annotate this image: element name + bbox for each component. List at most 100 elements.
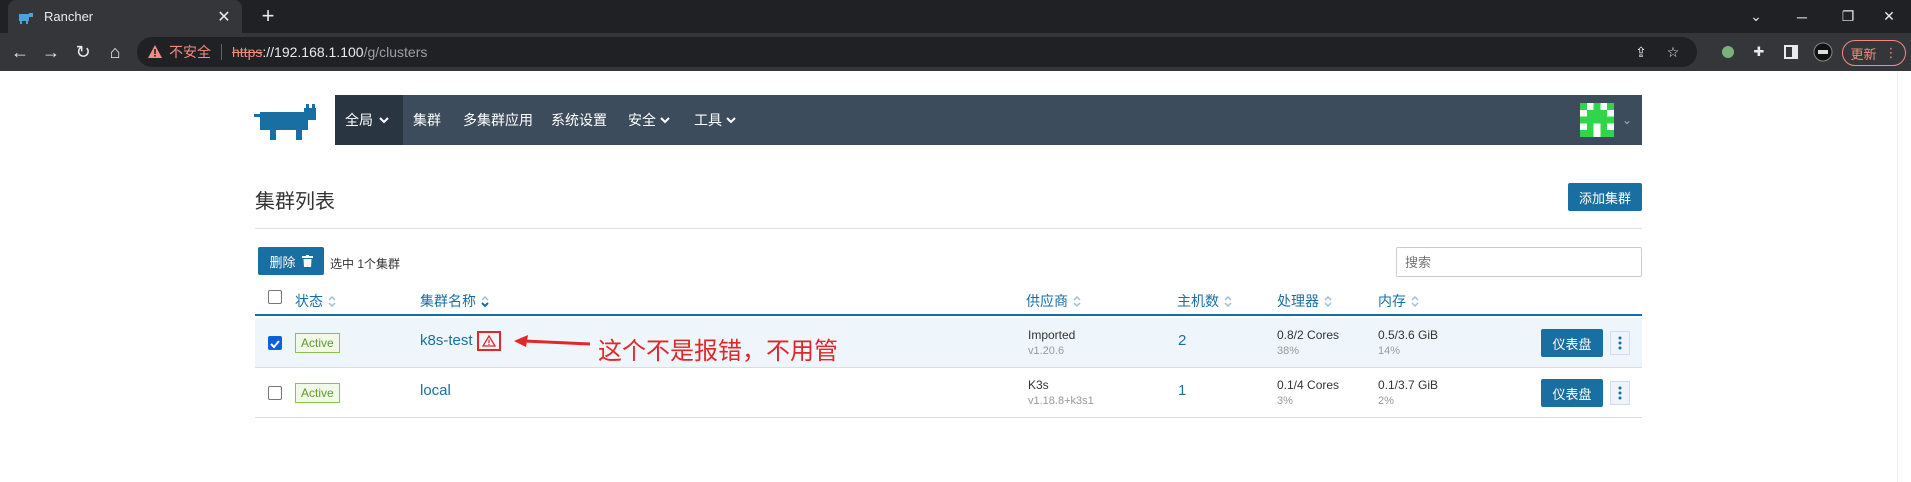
nav-security[interactable]: 安全 — [628, 95, 670, 145]
status-badge: Active — [295, 333, 340, 353]
annotation-text: 这个不是报错，不用管 — [598, 338, 838, 365]
share-icon[interactable]: ⇪ — [1632, 43, 1650, 61]
checkmark-icon — [270, 340, 280, 349]
provider: K3s — [1028, 378, 1049, 392]
minimize-icon[interactable]: ─ — [1779, 0, 1825, 33]
page-scrollbar[interactable] — [1897, 71, 1911, 482]
dashboard-button[interactable]: 仪表盘 — [1541, 329, 1603, 357]
insecure-warning-icon — [148, 45, 162, 58]
chevron-down-icon — [379, 117, 389, 124]
tab-search-chevron-icon[interactable]: ⌄ — [1733, 0, 1779, 33]
tab-title: Rancher — [44, 9, 94, 24]
user-avatar-icon — [1579, 103, 1614, 137]
nav-multi-cluster-apps[interactable]: 多集群应用 — [463, 95, 533, 145]
chevron-down-icon — [726, 117, 736, 124]
nav-global-settings[interactable]: 系统设置 — [551, 95, 607, 145]
column-cluster-name-label: 集群名称 — [420, 293, 476, 309]
search-input[interactable] — [1396, 247, 1642, 277]
delete-label: 删除 — [269, 254, 296, 270]
url-scheme: https — [232, 44, 263, 60]
reload-icon[interactable]: ↻ — [72, 41, 94, 63]
browser-tab[interactable]: Rancher ✕ — [8, 0, 242, 33]
cpu-percent: 3% — [1277, 395, 1293, 407]
url-divider — [221, 44, 222, 60]
select-all-checkbox[interactable] — [268, 290, 282, 304]
cpu-percent: 38% — [1277, 345, 1300, 357]
global-label: 全局 — [345, 112, 373, 128]
provider: Imported — [1028, 328, 1076, 342]
host-count-link[interactable]: 2 — [1178, 332, 1186, 349]
row-actions-icon[interactable] — [1610, 331, 1630, 355]
cluster-name-link[interactable]: k8s-test — [420, 332, 473, 349]
insecure-label: 不安全 — [169, 44, 211, 60]
column-status[interactable]: 状态 — [295, 291, 337, 311]
extensions-puzzle-icon[interactable]: ✚ — [1749, 42, 1769, 62]
nav-clusters[interactable]: 集群 — [413, 95, 441, 145]
restore-icon[interactable]: ❐ — [1825, 0, 1871, 33]
user-menu-chevron-icon: ⌄ — [1621, 113, 1632, 127]
side-panel-icon[interactable] — [1781, 42, 1801, 62]
address-bar[interactable]: 不安全 https ://192.168.1.100 /g/clusters ⇪… — [137, 37, 1697, 67]
provider-version: v1.18.8+k3s1 — [1028, 395, 1094, 407]
provider-version: v1.20.6 — [1028, 345, 1065, 357]
user-menu[interactable]: ⌄ — [1579, 103, 1632, 137]
new-tab-button[interactable]: + — [256, 5, 280, 29]
url-path: /g/clusters — [363, 44, 428, 60]
sort-icon — [1073, 295, 1081, 308]
column-cluster-name[interactable]: 集群名称 — [420, 291, 490, 311]
rancher-favicon-icon — [19, 12, 33, 24]
rancher-logo-icon[interactable] — [254, 100, 322, 144]
title-divider — [255, 228, 1642, 229]
bookmark-star-icon[interactable]: ☆ — [1664, 43, 1682, 61]
chevron-down-icon — [660, 117, 670, 124]
nav-global-settings-label: 系统设置 — [551, 112, 607, 128]
rancher-page: 全局 集群 多集群应用 系统设置 安全 工具 ⌄ 集群列表 添加集群 删除 选中… — [0, 71, 1911, 482]
host-count-link[interactable]: 1 — [1178, 382, 1186, 399]
cluster-warning-icon[interactable] — [477, 331, 501, 351]
selection-count: 选中 1个集群 — [330, 257, 401, 271]
column-hosts-label: 主机数 — [1177, 293, 1219, 309]
row-checkbox[interactable] — [268, 336, 282, 350]
memory-usage: 0.5/3.6 GiB — [1378, 328, 1439, 342]
column-cpu[interactable]: 处理器 — [1277, 291, 1333, 311]
column-memory-label: 内存 — [1378, 293, 1406, 309]
browser-toolbar: ← → ↻ ⌂ 不安全 https ://192.168.1.100 /g/cl… — [0, 33, 1911, 71]
annotation-arrow-icon — [514, 335, 591, 347]
cluster-name-link[interactable]: local — [420, 382, 451, 399]
nav-tools[interactable]: 工具 — [694, 95, 736, 145]
update-browser-button[interactable]: 更新 ⋮ — [1842, 40, 1906, 66]
column-memory[interactable]: 内存 — [1378, 291, 1420, 311]
table-row[interactable]: Active k8s-test Imported v1.20.6 2 0.8/2… — [255, 318, 1642, 368]
column-provider[interactable]: 供应商 — [1026, 291, 1082, 311]
cpu-usage: 0.8/2 Cores — [1277, 328, 1340, 342]
trash-icon — [301, 255, 313, 267]
more-menu-icon: ⋮ — [1884, 45, 1898, 60]
sort-desc-icon — [481, 295, 489, 308]
extension-circle-icon[interactable] — [1718, 42, 1738, 62]
cpu-usage: 0.1/4 Cores — [1277, 378, 1340, 392]
sort-icon — [1224, 295, 1232, 308]
column-hosts[interactable]: 主机数 — [1177, 291, 1233, 311]
forward-icon[interactable]: → — [40, 41, 62, 63]
profile-avatar-icon[interactable] — [1813, 42, 1833, 62]
dashboard-button[interactable]: 仪表盘 — [1541, 379, 1603, 407]
top-navbar: 全局 集群 多集群应用 系统设置 安全 工具 ⌄ — [335, 95, 1642, 145]
memory-percent: 14% — [1378, 345, 1401, 357]
row-actions-icon[interactable] — [1610, 381, 1630, 405]
memory-usage: 0.1/3.7 GiB — [1378, 378, 1439, 392]
tab-close-icon[interactable]: ✕ — [216, 7, 232, 27]
back-icon[interactable]: ← — [9, 41, 31, 63]
column-cpu-label: 处理器 — [1277, 293, 1319, 309]
close-window-icon[interactable]: ✕ — [1866, 0, 1911, 33]
row-checkbox[interactable] — [268, 386, 282, 400]
nav-clusters-label: 集群 — [413, 112, 441, 128]
sort-icon — [328, 295, 336, 308]
add-cluster-button[interactable]: 添加集群 — [1568, 183, 1642, 211]
table-row[interactable]: Active local K3s v1.18.8+k3s1 1 0.1/4 Co… — [255, 368, 1642, 418]
home-icon[interactable]: ⌂ — [104, 41, 126, 63]
sort-icon — [1324, 295, 1332, 308]
nav-security-label: 安全 — [628, 112, 656, 128]
delete-button[interactable]: 删除 — [258, 247, 324, 275]
global-menu[interactable]: 全局 — [335, 95, 403, 145]
column-status-label: 状态 — [295, 293, 323, 309]
